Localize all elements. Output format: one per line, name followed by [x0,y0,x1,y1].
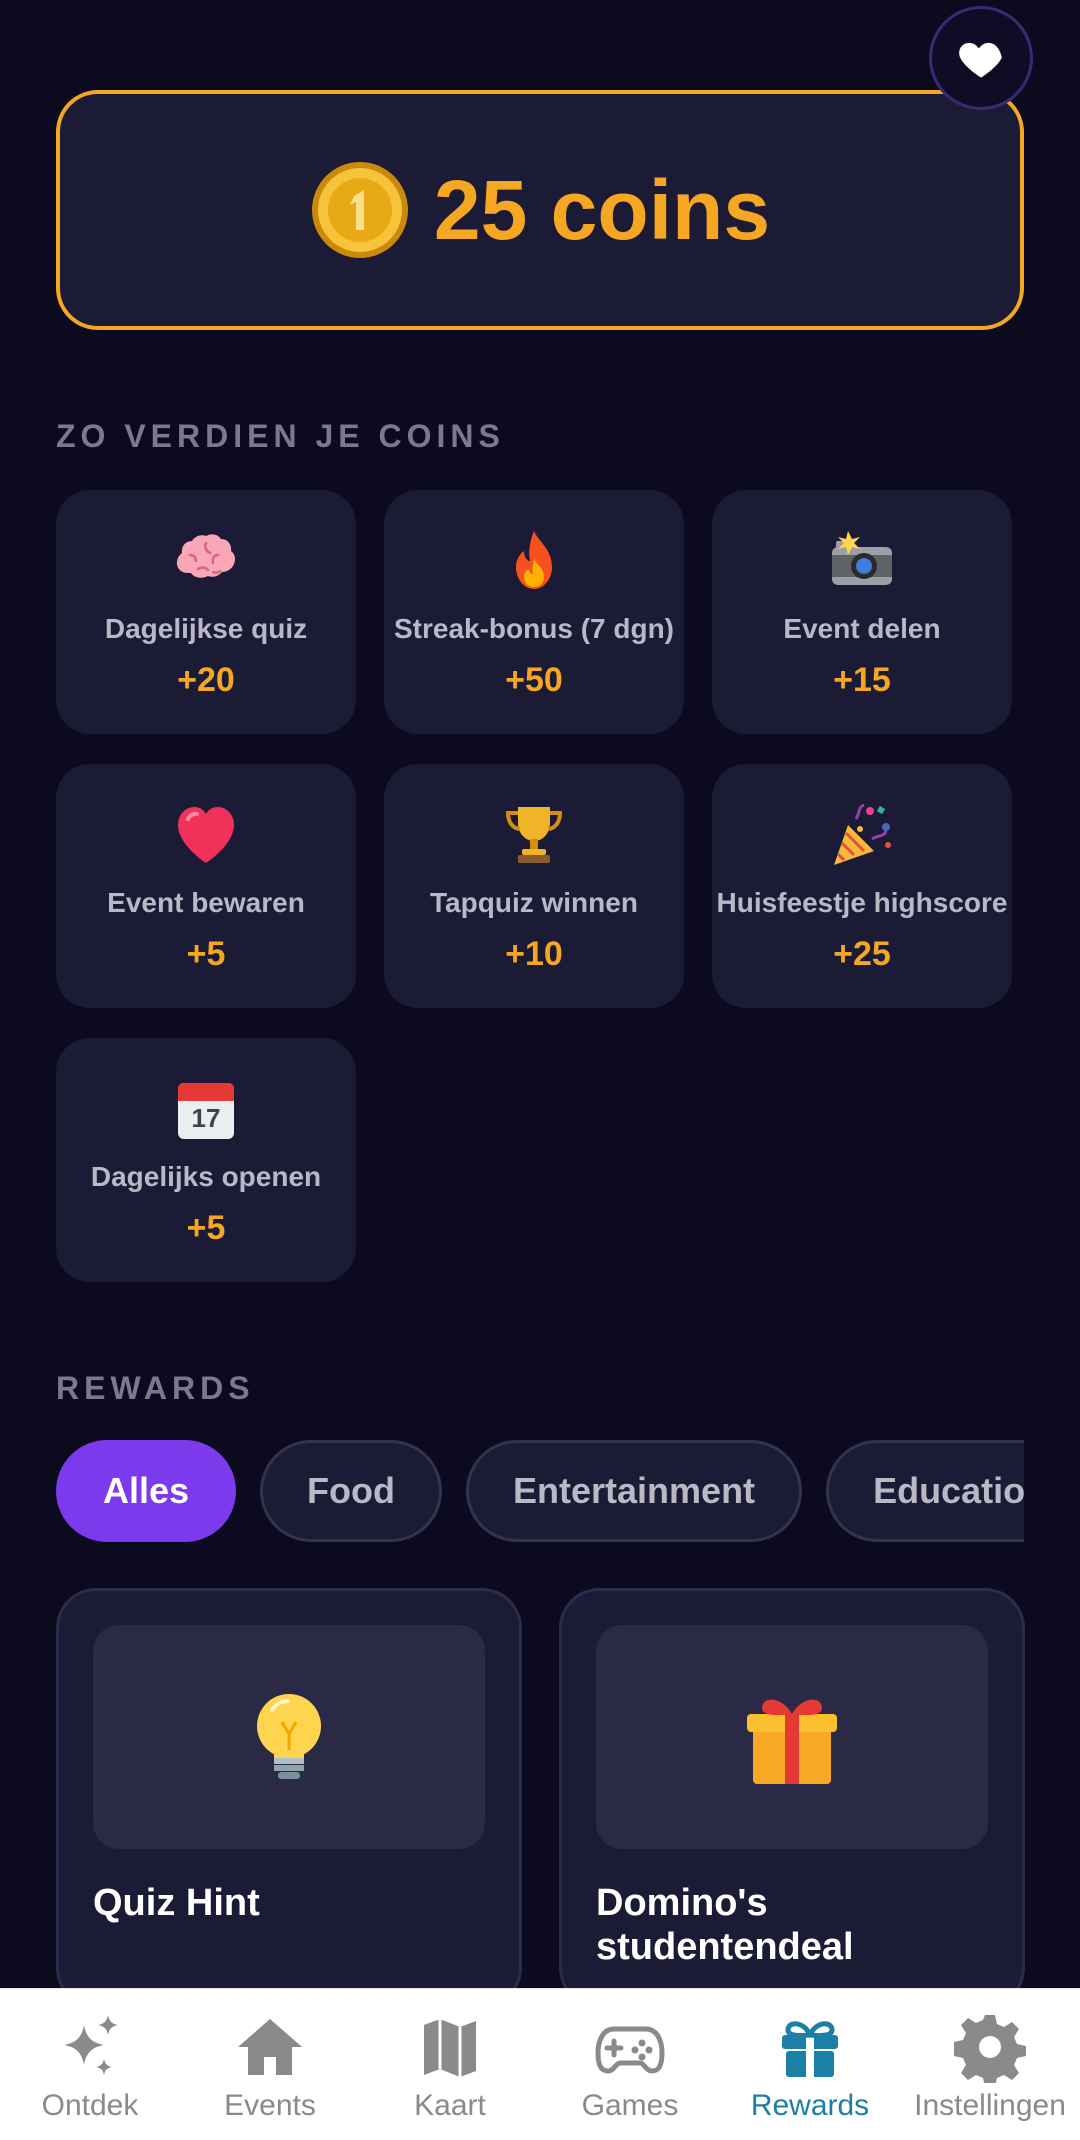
rewards-section-title: REWARDS [56,1370,255,1406]
reward-filter-chips: Alles Food Entertainment Education [56,1440,1024,1544]
earn-card: Event delen +15 [712,490,1012,734]
coin-balance-card: 25 coins [56,90,1024,330]
gamepad-icon [595,2026,665,2074]
earn-card: Huisfeestje highscore +25 [712,764,1012,1008]
filter-chip-alles[interactable]: Alles [56,1440,237,1542]
reward-card[interactable]: Domino's studentendeal [559,1588,1025,2008]
earn-card: Tapquiz winnen +10 [384,764,684,1008]
reward-card[interactable]: Quiz Hint [56,1588,522,2008]
coin-icon [311,162,408,258]
home-icon [238,2019,302,2075]
filter-chip-food[interactable]: Food [260,1440,443,1542]
nav-label: Instellingen [914,2089,1066,2122]
earn-card: Streak-bonus (7 dgn) +50 [384,490,684,734]
gift-icon [747,1699,837,1784]
reward-image [596,1625,988,1849]
nav-item-kaart[interactable]: Kaart [360,1989,540,2140]
earn-points: +50 [505,660,563,699]
bottom-navigation: Ontdek Events Kaart Games Rewards Instel… [0,1988,1080,2140]
earn-card: Event bewaren +5 [56,764,356,1008]
calendar-icon: 17 [178,1082,234,1139]
nav-label: Games [581,2089,679,2122]
heart-icon [178,806,234,863]
reward-title: Quiz Hint [93,1882,260,1924]
filter-chip-education[interactable]: Education [826,1440,1024,1542]
earn-label: Tapquiz winnen [430,886,638,918]
gift-icon [782,2021,838,2077]
nav-item-instellingen[interactable]: Instellingen [900,1989,1080,2140]
earn-card: Dagelijkse quiz +20 [56,490,356,734]
earn-label: Streak-bonus (7 dgn) [393,612,674,644]
nav-item-ontdek[interactable]: Ontdek [0,1989,180,2140]
nav-label: Events [224,2089,316,2122]
heart-icon [959,42,1002,78]
earn-points: +10 [505,934,563,973]
earn-points: +25 [833,934,891,973]
nav-label: Kaart [414,2089,486,2122]
trophy-icon [505,806,563,863]
svg-text:17: 17 [192,1103,221,1133]
favorites-button[interactable] [929,6,1033,110]
earn-label: Dagelijkse quiz [104,612,308,644]
earn-section-title: ZO VERDIEN JE COINS [56,418,505,454]
brain-icon [176,533,235,578]
coin-balance: 25 coins [433,162,771,257]
earn-card: 17 Dagelijks openen +5 [56,1038,356,1282]
light-bulb-icon [257,1694,321,1779]
earn-points: +5 [186,1208,226,1247]
party-popper-icon [834,803,891,865]
earn-points: +20 [177,660,235,699]
nav-label: Rewards [750,2089,870,2122]
fire-icon [516,530,552,589]
earn-label: Dagelijks openen [90,1160,322,1192]
nav-item-games[interactable]: Games [540,1989,720,2140]
nav-item-rewards[interactable]: Rewards [720,1989,900,2140]
gear-icon [954,2015,1026,2083]
reward-image [93,1625,485,1849]
reward-title: Domino's studentendeal [596,1882,854,1968]
filter-chip-entertainment[interactable]: Entertainment [466,1440,803,1542]
nav-label: Ontdek [41,2089,139,2122]
earn-label: Huisfeestje highscore [716,886,1008,918]
map-icon [424,2019,476,2077]
earn-points: +5 [186,934,226,973]
sparkles-icon [64,2015,118,2075]
earn-label: Event delen [783,612,941,644]
camera-flash-icon [832,530,892,585]
earn-grid: Dagelijkse quiz +20 Streak-bonus (7 dgn)… [56,490,1012,1282]
earn-points: +15 [833,660,891,699]
rewards-screen: 25 coins ZO VERDIEN JE COINS Dagelijkse … [0,0,1080,2140]
nav-item-events[interactable]: Events [180,1989,360,2140]
earn-label: Event bewaren [107,886,305,918]
